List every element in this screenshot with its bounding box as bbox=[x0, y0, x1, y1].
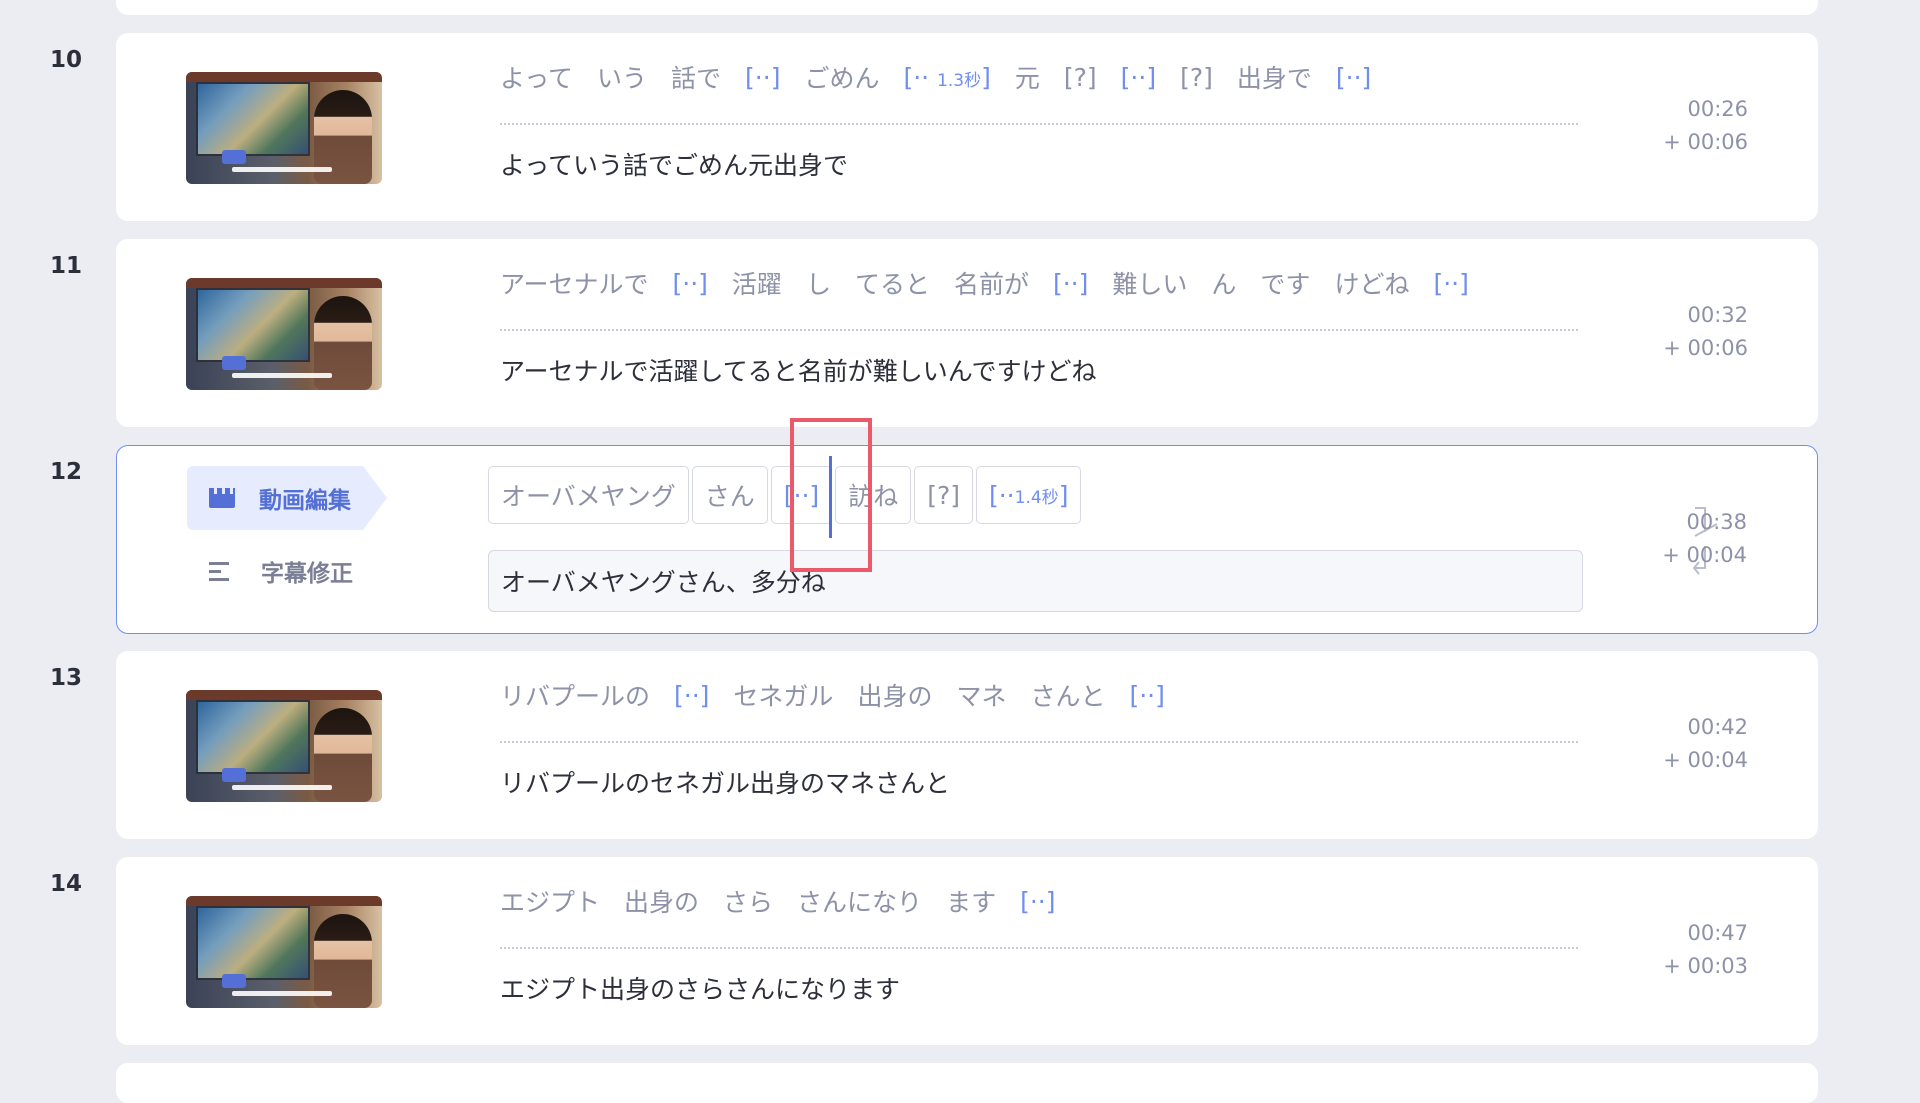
clapperboard-icon bbox=[209, 488, 235, 508]
segment-card[interactable]: エジプト 出身の さら さんになり ます [··] エジプト出身のさらさんになります 00… bbox=[116, 857, 1818, 1045]
subtitle-edit-tab[interactable]: 字幕修正 bbox=[209, 554, 353, 588]
segment-card[interactable]: よって いう 話で [··] ごめん [·· 1.3秒] 元 [?] [··] [?] 出身で [··… bbox=[116, 33, 1818, 221]
word-token[interactable]: ごめん bbox=[792, 59, 891, 95]
duration: + 00:04 bbox=[1662, 543, 1747, 567]
subtitle-input-value: オーバメヤングさん、多分ね bbox=[501, 568, 826, 597]
timestamp: 00:26 + 00:06 bbox=[1663, 93, 1748, 159]
divider bbox=[500, 123, 1578, 125]
row-number: 10 bbox=[50, 47, 83, 73]
subtitle-text[interactable]: よっていう話でごめん元出身で bbox=[500, 146, 848, 182]
word-token[interactable]: さんになり bbox=[785, 883, 934, 919]
word-token[interactable]: よって bbox=[500, 59, 585, 95]
divider bbox=[500, 947, 1578, 949]
subtitle-edit-label: 字幕修正 bbox=[261, 561, 353, 587]
segment-card-active[interactable]: 動画編集 字幕修正 オーバメヤング さん [··] 訪ね [?] [·· 1.4秒] オー… bbox=[116, 445, 1818, 634]
word-token[interactable]: マネ bbox=[944, 677, 1018, 713]
word-token[interactable]: 出身の bbox=[845, 677, 944, 713]
start-time: 00:38 bbox=[1686, 510, 1747, 534]
word-token[interactable]: [··] bbox=[1421, 269, 1480, 298]
row-number: 11 bbox=[50, 253, 83, 279]
word-token[interactable]: いう bbox=[585, 59, 659, 95]
video-edit-label: 動画編集 bbox=[259, 488, 351, 514]
word-token[interactable]: [?] bbox=[1052, 63, 1109, 92]
word-token[interactable]: 難しい bbox=[1100, 265, 1199, 301]
word-token[interactable]: エジプト bbox=[500, 883, 612, 919]
start-time: 00:32 bbox=[1687, 303, 1748, 327]
word-token[interactable]: リバプールの bbox=[500, 677, 662, 713]
video-thumbnail[interactable] bbox=[186, 278, 382, 390]
subtitle-text[interactable]: エジプト出身のさらさんになります bbox=[500, 970, 900, 1006]
divider bbox=[500, 329, 1578, 331]
word-token[interactable]: セネガル bbox=[721, 677, 845, 713]
duration: + 00:03 bbox=[1663, 954, 1748, 978]
subtitle-text[interactable]: アーセナルで活躍してると名前が難しいんですけどね bbox=[500, 352, 1097, 388]
word-token[interactable]: し bbox=[794, 265, 843, 301]
timestamp: 00:32 + 00:06 bbox=[1663, 299, 1748, 365]
word-token[interactable]: [··] bbox=[1117, 681, 1176, 710]
word-token[interactable]: アーセナルで bbox=[500, 265, 661, 301]
word-token[interactable]: [··] bbox=[1109, 63, 1168, 92]
word-token[interactable]: [··] bbox=[733, 63, 792, 92]
word-token[interactable]: [?] bbox=[914, 466, 973, 524]
word-token[interactable]: [?] bbox=[1168, 63, 1225, 92]
highlight-box bbox=[790, 418, 872, 572]
segment-card[interactable]: リバプールの [··] セネガル 出身の マネ さんと [··] リバプールのセネガル出身の… bbox=[116, 651, 1818, 839]
word-token[interactable]: ます bbox=[934, 883, 1008, 919]
duration: + 00:06 bbox=[1663, 336, 1748, 360]
start-time: 00:26 bbox=[1687, 97, 1748, 121]
video-thumbnail[interactable] bbox=[186, 690, 382, 802]
row-number: 13 bbox=[50, 665, 83, 691]
word-token[interactable]: [··] bbox=[661, 269, 720, 298]
word-token[interactable]: 話で bbox=[659, 59, 733, 95]
timestamp: 00:42 + 00:04 bbox=[1663, 711, 1748, 777]
start-time: 00:47 bbox=[1687, 921, 1748, 945]
word-token[interactable]: 出身の bbox=[612, 883, 711, 919]
start-time: 00:42 bbox=[1687, 715, 1748, 739]
word-token[interactable]: 名前が bbox=[942, 265, 1041, 301]
video-thumbnail[interactable] bbox=[186, 896, 382, 1008]
row-number: 12 bbox=[50, 459, 83, 485]
word-token[interactable]: さんと bbox=[1018, 677, 1117, 713]
subtitle-text[interactable]: リバプールのセネガル出身のマネさんと bbox=[500, 764, 950, 800]
word-token[interactable]: オーバメヤング bbox=[488, 466, 689, 524]
video-thumbnail[interactable] bbox=[186, 72, 382, 184]
word-token[interactable]: ん bbox=[1199, 265, 1248, 301]
video-edit-tab[interactable]: 動画編集 bbox=[187, 466, 387, 530]
segment-card-partial-bottom bbox=[116, 1063, 1818, 1103]
text-lines-icon bbox=[209, 561, 233, 581]
word-tokens[interactable]: エジプト 出身の さら さんになり ます [··] bbox=[500, 883, 1067, 919]
timestamp: 00:47 + 00:03 bbox=[1663, 917, 1748, 983]
word-token[interactable]: [··] bbox=[1324, 63, 1383, 92]
duration: + 00:04 bbox=[1663, 748, 1748, 772]
word-tokens[interactable]: よって いう 話で [··] ごめん [·· 1.3秒] 元 [?] [··] [?] 出身で [··… bbox=[500, 59, 1383, 95]
word-token[interactable]: [·· 1.4秒] bbox=[975, 466, 1082, 524]
word-token[interactable]: さら bbox=[711, 883, 785, 919]
word-token-chips[interactable]: オーバメヤング さん [··] 訪ね [?] [·· 1.4秒] bbox=[488, 466, 1082, 524]
segment-card[interactable]: アーセナルで [··] 活躍してると 名前が [··] 難しいんです けどね [··] アーセ… bbox=[116, 239, 1818, 427]
duration: + 00:06 bbox=[1663, 130, 1748, 154]
word-token[interactable]: [··] bbox=[1041, 269, 1100, 298]
word-token[interactable]: [··] bbox=[1008, 887, 1067, 916]
divider bbox=[500, 741, 1578, 743]
word-token[interactable]: [··] bbox=[662, 681, 721, 710]
word-tokens[interactable]: リバプールの [··] セネガル 出身の マネ さんと [··] bbox=[500, 677, 1177, 713]
word-token[interactable]: 出身で bbox=[1225, 59, 1324, 95]
word-token[interactable]: 元 bbox=[1003, 59, 1052, 95]
word-token[interactable]: です bbox=[1248, 265, 1322, 301]
timestamp: 00:38 + 00:04 bbox=[1662, 506, 1747, 572]
row-number: 14 bbox=[50, 871, 83, 897]
word-token[interactable]: [·· 1.3秒] bbox=[891, 63, 1002, 92]
word-token[interactable]: てると bbox=[843, 265, 942, 301]
word-token[interactable]: 活躍 bbox=[720, 265, 794, 301]
word-token[interactable]: けどね bbox=[1322, 265, 1421, 301]
word-token[interactable]: さん bbox=[691, 466, 768, 524]
segment-card-partial-top bbox=[116, 0, 1818, 15]
subtitle-edit-input[interactable]: オーバメヤングさん、多分ね bbox=[488, 550, 1583, 612]
word-tokens[interactable]: アーセナルで [··] 活躍してると 名前が [··] 難しいんです けどね [··] bbox=[500, 265, 1481, 301]
